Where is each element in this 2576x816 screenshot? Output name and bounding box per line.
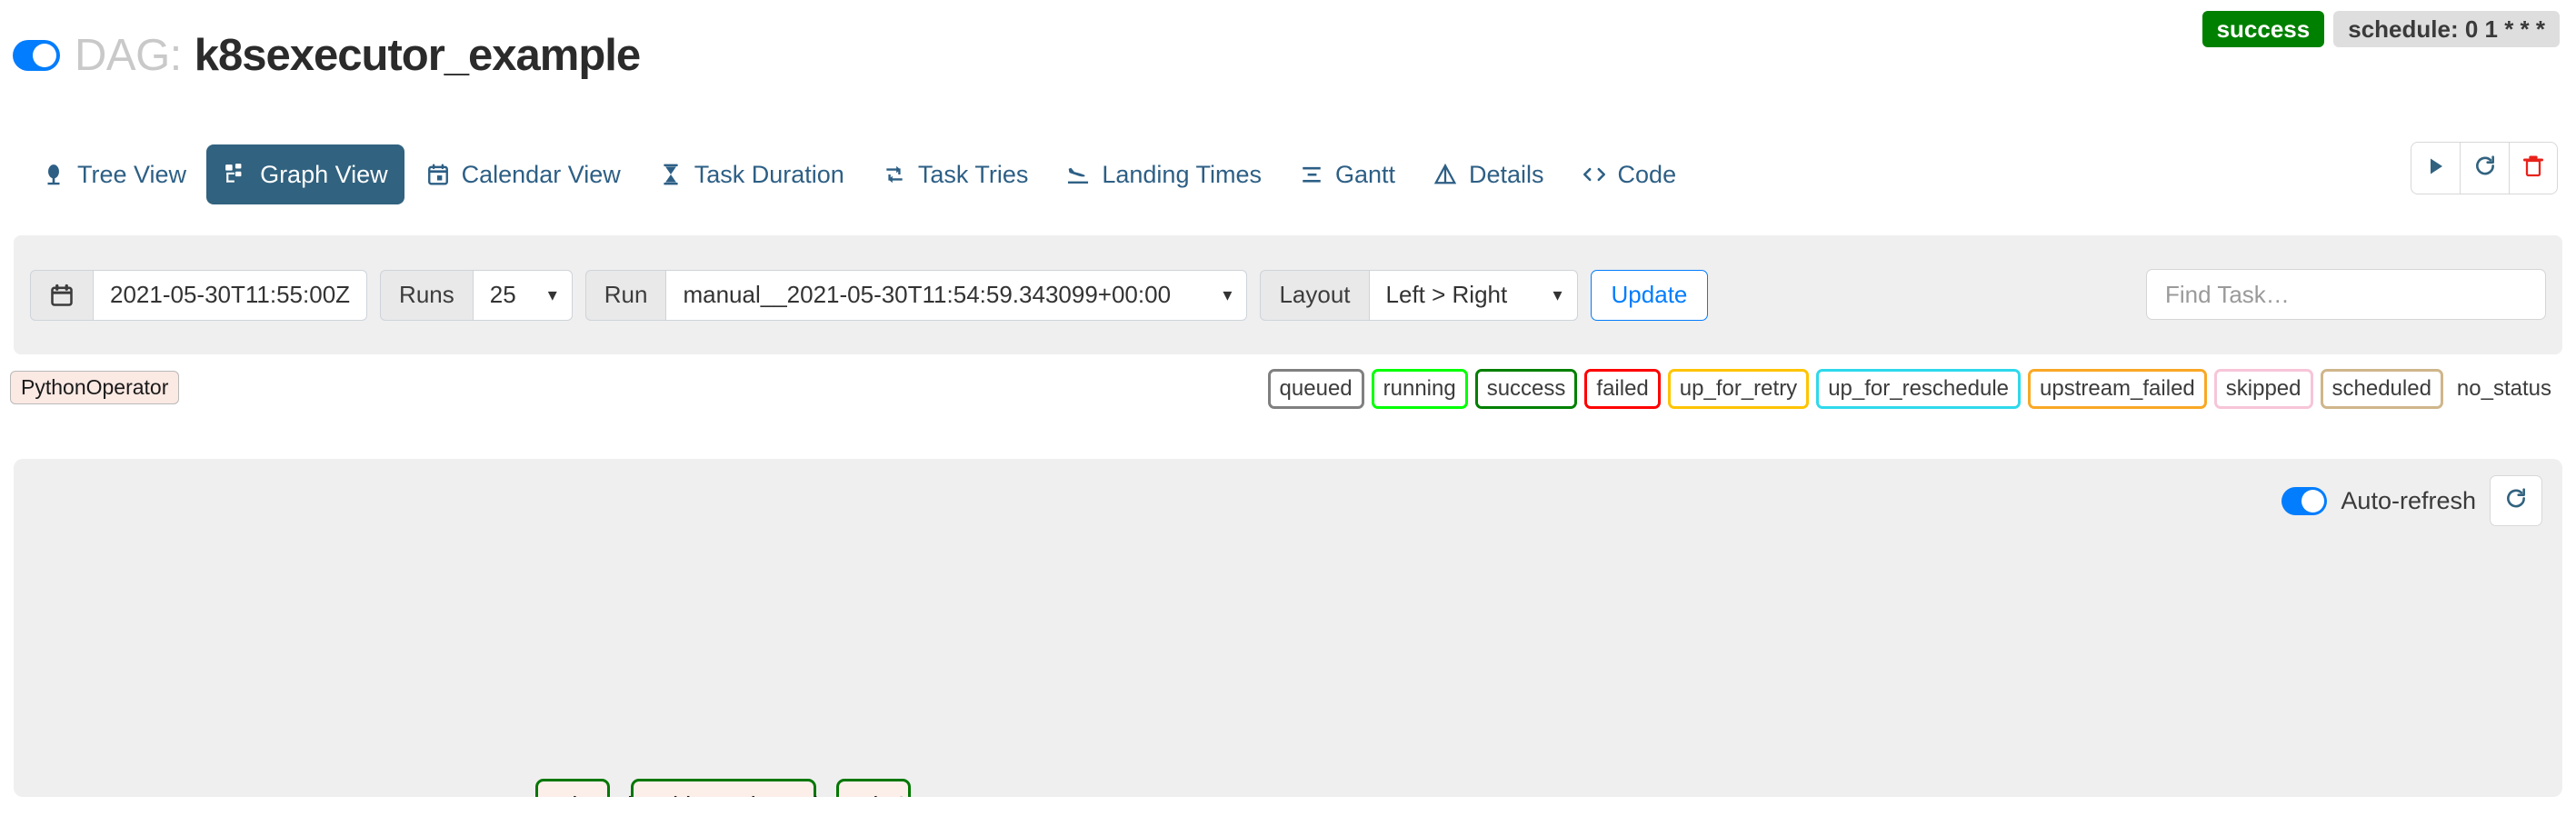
retry-icon bbox=[881, 161, 908, 188]
tab-task-tries[interactable]: Task Tries bbox=[864, 144, 1045, 204]
legend-status-queued: queued bbox=[1267, 369, 1364, 409]
runs-label: Runs bbox=[380, 269, 473, 321]
calendar-icon bbox=[424, 161, 452, 188]
legend-status-scheduled: scheduled bbox=[2320, 369, 2443, 409]
schedule-badge[interactable]: schedule: 0 1 * * * bbox=[2333, 11, 2560, 47]
find-task-input[interactable]: Find Task… bbox=[2146, 269, 2546, 320]
graph-toolbar: 2021-05-30T11:55:00Z Runs 25 ▾ Run manua… bbox=[14, 235, 2562, 354]
dag-title-group: DAG: k8sexecutor_example bbox=[0, 30, 641, 81]
chevron-down-icon: ▾ bbox=[1553, 284, 1563, 305]
graph-icon bbox=[223, 161, 250, 188]
plane-land-icon bbox=[1064, 161, 1092, 188]
legend-status-no-status: no_status bbox=[2450, 369, 2563, 409]
hourglass-icon bbox=[657, 161, 684, 188]
tab-code[interactable]: Code bbox=[1564, 144, 1693, 204]
airflow-dag-graph-page: DAG: k8sexecutor_example success schedul… bbox=[0, 0, 2576, 816]
graph-node-label: task_with_podtemplate bbox=[594, 791, 854, 797]
legend-status-up-for-retry: up_for_retry bbox=[1667, 369, 1810, 409]
tab-task-duration[interactable]: Task Duration bbox=[641, 144, 861, 204]
header-badges: success schedule: 0 1 * * * bbox=[2202, 11, 2560, 47]
runs-count-value: 25 bbox=[489, 281, 516, 308]
layout-group: Layout Left > Right ▾ bbox=[1260, 269, 1578, 321]
graph-node-task-2[interactable]: task-2 bbox=[836, 779, 911, 797]
page-title: k8sexecutor_example bbox=[194, 31, 641, 80]
gantt-icon bbox=[1298, 161, 1325, 188]
legend-status-upstream-failed: upstream_failed bbox=[2028, 369, 2207, 409]
run-label: Run bbox=[584, 269, 666, 321]
run-select-group: Run manual__2021-05-30T11:54:59.343099+0… bbox=[584, 269, 1248, 321]
execution-date-input[interactable]: 2021-05-30T11:55:00Z bbox=[93, 269, 368, 321]
tab-label: Gantt bbox=[1334, 160, 1396, 188]
tab-label: Tree View bbox=[77, 160, 187, 188]
trigger-dag-button[interactable] bbox=[2411, 142, 2460, 194]
refresh-icon bbox=[2473, 154, 2497, 183]
tab-graph-view[interactable]: Graph View bbox=[206, 144, 404, 204]
tab-label: Landing Times bbox=[1102, 160, 1262, 188]
tab-label: Task Duration bbox=[694, 160, 844, 188]
calendar-icon[interactable] bbox=[30, 269, 93, 321]
status-legend: queued running success failed up_for_ret… bbox=[1267, 369, 2563, 409]
refresh-dag-button[interactable] bbox=[2460, 142, 2509, 194]
layout-label: Layout bbox=[1260, 269, 1369, 321]
execution-date-group: 2021-05-30T11:55:00Z bbox=[30, 269, 368, 321]
delete-dag-button[interactable] bbox=[2509, 142, 2558, 194]
code-icon bbox=[1581, 161, 1608, 188]
legend-status-running: running bbox=[1371, 369, 1468, 409]
dag-action-buttons bbox=[2411, 142, 2558, 194]
graph-node-label: task-2 bbox=[839, 791, 908, 797]
graph-panel: Auto-refresh task-1 task_with_podtemplat… bbox=[14, 459, 2562, 797]
view-navbar: Tree View Graph View Calendar View Task … bbox=[0, 127, 2576, 222]
tab-landing-times[interactable]: Landing Times bbox=[1048, 144, 1278, 204]
layout-select[interactable]: Left > Right ▾ bbox=[1368, 269, 1578, 321]
tab-label: Graph View bbox=[260, 160, 388, 188]
tab-details[interactable]: Details bbox=[1415, 144, 1561, 204]
tab-label: Details bbox=[1469, 160, 1544, 188]
tab-label: Calendar View bbox=[461, 160, 621, 188]
legend-status-success: success bbox=[1474, 369, 1578, 409]
play-icon bbox=[2425, 155, 2447, 182]
legend-row: PythonOperator queued running success fa… bbox=[0, 363, 2576, 427]
layout-value: Left > Right bbox=[1385, 281, 1508, 308]
status-badge: success bbox=[2202, 11, 2325, 47]
tab-tree-view[interactable]: Tree View bbox=[24, 144, 203, 204]
runs-count-select[interactable]: 25 ▾ bbox=[472, 269, 573, 321]
dag-label: DAG: bbox=[75, 31, 182, 80]
page-header: DAG: k8sexecutor_example success schedul… bbox=[0, 0, 2576, 111]
dag-action-button-group bbox=[2411, 142, 2558, 194]
run-value: manual__2021-05-30T11:54:59.343099+00:00 bbox=[683, 281, 1172, 308]
update-button[interactable]: Update bbox=[1590, 269, 1709, 321]
dag-pause-toggle[interactable] bbox=[13, 40, 60, 71]
tree-icon bbox=[40, 161, 67, 188]
legend-status-up-for-reschedule: up_for_reschedule bbox=[1816, 369, 2021, 409]
graph-node-task-with-podtemplate[interactable]: task_with_podtemplate bbox=[594, 779, 854, 797]
triangle-icon bbox=[1432, 161, 1459, 188]
operator-legend-python-operator: PythonOperator bbox=[10, 371, 180, 405]
chevron-down-icon: ▾ bbox=[547, 284, 557, 305]
legend-status-failed: failed bbox=[1584, 369, 1661, 409]
graph-canvas[interactable]: task-1 task_with_podtemplate task-2 bbox=[14, 459, 2562, 797]
tab-gantt[interactable]: Gantt bbox=[1282, 144, 1412, 204]
chevron-down-icon: ▾ bbox=[1223, 284, 1233, 305]
runs-count-group: Runs 25 ▾ bbox=[380, 269, 573, 321]
tab-label: Code bbox=[1617, 160, 1677, 188]
tab-calendar-view[interactable]: Calendar View bbox=[408, 144, 637, 204]
run-select[interactable]: manual__2021-05-30T11:54:59.343099+00:00… bbox=[665, 269, 1248, 321]
view-tabs: Tree View Graph View Calendar View Task … bbox=[0, 127, 2576, 222]
trash-icon bbox=[2522, 154, 2544, 183]
legend-status-skipped: skipped bbox=[2213, 369, 2313, 409]
tab-label: Task Tries bbox=[917, 160, 1029, 188]
